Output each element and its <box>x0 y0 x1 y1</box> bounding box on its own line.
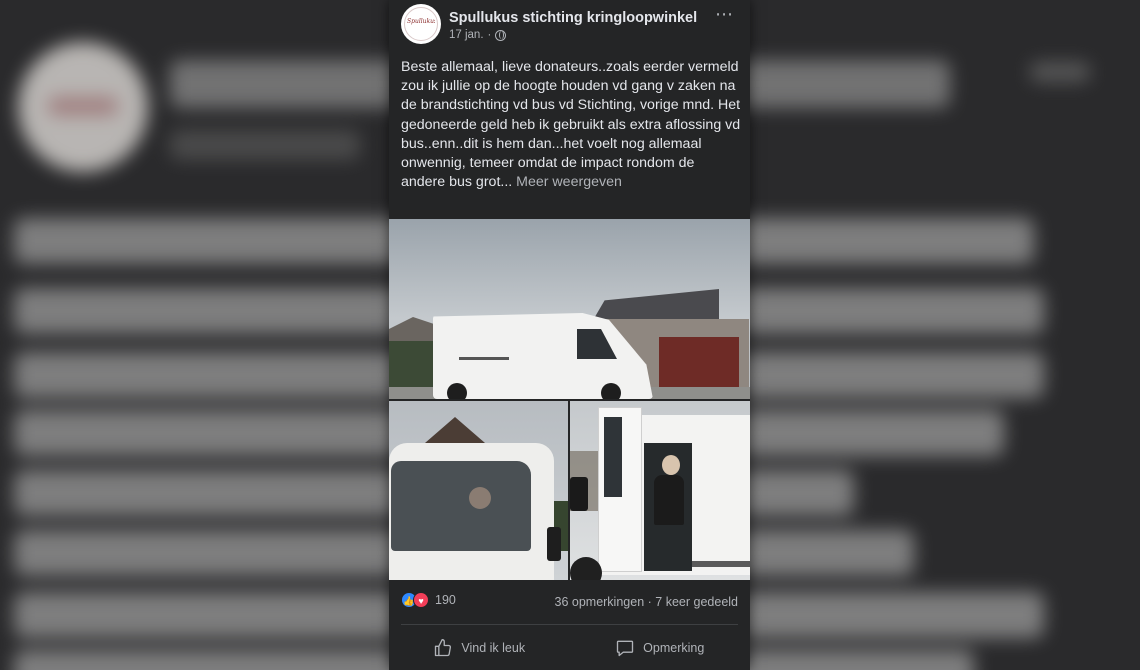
blurred-more <box>1030 62 1090 82</box>
blurred-meta <box>170 130 360 160</box>
stripe-shape <box>692 561 750 567</box>
thumbs-up-icon <box>435 639 452 657</box>
avatar-logo-text: Spullukus <box>407 18 435 25</box>
person-shape <box>654 475 684 525</box>
facebook-post: Spullukus Spullukus stichting kringloopw… <box>389 0 750 670</box>
post-header: Spullukus Spullukus stichting kringloopw… <box>389 0 750 52</box>
comment-icon <box>617 640 634 657</box>
post-meta: 17 jan. · <box>449 29 507 41</box>
see-more-link[interactable]: Meer weergeven <box>516 174 622 190</box>
page-avatar[interactable]: Spullukus <box>401 4 441 44</box>
photo-van-front[interactable] <box>389 219 750 399</box>
post-text: Beste allemaal, lieve donateurs..zoals e… <box>401 58 741 192</box>
comments-count[interactable]: 36 opmerkingen <box>555 595 645 609</box>
reaction-count: 190 <box>435 593 456 607</box>
page-name[interactable]: Spullukus stichting kringloopwinkel <box>449 10 709 26</box>
photo-van-driver[interactable] <box>389 401 568 580</box>
photo-van-open-door[interactable] <box>570 401 750 580</box>
person-shape <box>469 487 491 509</box>
door-window-shape <box>604 417 622 497</box>
wheel-shape <box>447 383 467 399</box>
roof-shape <box>425 417 485 443</box>
love-reaction-icon: ♥ <box>413 592 429 608</box>
divider <box>401 624 738 625</box>
stats-separator: · <box>647 595 652 609</box>
globe-icon <box>495 29 507 41</box>
mirror-shape <box>547 527 561 561</box>
wheel-shape <box>601 383 621 399</box>
windshield-shape <box>391 461 531 551</box>
blurred-avatar <box>18 42 148 172</box>
engagement-stats: 36 opmerkingen · 7 keer gedeeld <box>555 595 739 609</box>
action-bar: Vind ik leuk Opmerking <box>389 628 750 668</box>
reaction-summary[interactable]: 👍 ♥ 190 <box>401 592 456 608</box>
shares-count[interactable]: 7 keer gedeeld <box>655 595 738 609</box>
post-date[interactable]: 17 jan. <box>449 29 484 41</box>
post-body: Beste allemaal, lieve donateurs..zoals e… <box>401 59 741 191</box>
more-options-icon[interactable]: ⋯ <box>715 4 734 25</box>
comment-button[interactable]: Opmerking <box>570 628 751 668</box>
comment-label: Opmerking <box>643 641 705 655</box>
person-head-shape <box>662 455 680 475</box>
van-line-shape <box>459 357 509 360</box>
meta-separator: · <box>487 29 492 41</box>
reaction-icons: 👍 ♥ <box>401 592 429 608</box>
like-button[interactable]: Vind ik leuk <box>389 628 570 668</box>
like-label: Vind ik leuk <box>461 641 526 655</box>
mirror-shape <box>570 477 588 511</box>
